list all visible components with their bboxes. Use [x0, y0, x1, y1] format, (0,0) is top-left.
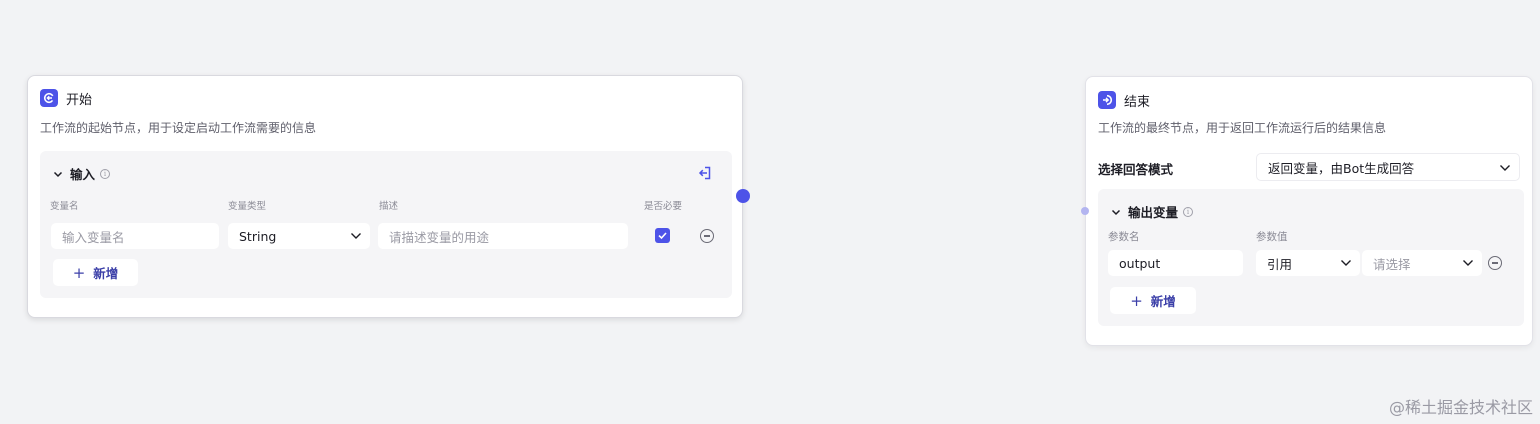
chevron-down-icon	[351, 233, 361, 239]
param-ref-type-select[interactable]: 引用	[1256, 250, 1360, 276]
variable-type-select[interactable]: String	[228, 223, 370, 249]
end-input-port[interactable]	[1081, 207, 1089, 215]
param-ref-value-placeholder: 请选择	[1373, 256, 1411, 272]
answer-mode-value: 返回变量，由Bot生成回答	[1268, 160, 1415, 176]
add-input-label: 新增	[93, 266, 119, 281]
column-header-name: 变量名	[50, 201, 79, 212]
output-section-header[interactable]: 输出变量 i	[1110, 202, 1194, 221]
column-header-type: 变量类型	[228, 201, 267, 212]
info-icon[interactable]: i	[1183, 206, 1194, 217]
column-header-param-name: 参数名	[1108, 231, 1140, 243]
chevron-down-icon	[1341, 260, 1351, 266]
add-input-button[interactable]: + 新增	[53, 259, 138, 286]
param-ref-type-value: 引用	[1267, 256, 1293, 272]
import-icon[interactable]	[697, 165, 713, 181]
remove-row-icon[interactable]	[700, 229, 714, 243]
end-node[interactable]: 结束 工作流的最终节点，用于返回工作流运行后的结果信息 选择回答模式 返回变量，…	[1085, 76, 1533, 346]
input-section: 输入 i 变量名 变量类型 描述 是否必要 输入变量名 String 请描述变量…	[40, 151, 732, 298]
chevron-down-icon[interactable]	[1110, 206, 1122, 218]
plus-icon: +	[72, 263, 86, 282]
variable-name-input[interactable]: 输入变量名	[51, 223, 219, 249]
chevron-down-icon	[1500, 165, 1510, 171]
chevron-down-icon	[1463, 260, 1473, 266]
column-header-required: 是否必要	[644, 201, 683, 212]
answer-mode-label: 选择回答模式	[1098, 162, 1174, 177]
start-output-port[interactable]	[736, 189, 750, 203]
check-icon	[658, 232, 667, 240]
add-output-button[interactable]: + 新增	[1110, 287, 1196, 314]
add-output-label: 新增	[1150, 294, 1176, 309]
start-node-icon	[40, 89, 58, 107]
end-node-title: 结束	[1124, 94, 1151, 110]
watermark: @稀土掘金技术社区	[1388, 398, 1533, 417]
start-node-title: 开始	[66, 92, 93, 108]
chevron-down-icon[interactable]	[52, 168, 64, 180]
info-icon[interactable]: i	[100, 168, 111, 179]
start-node-description: 工作流的起始节点，用于设定启动工作流需要的信息	[40, 121, 317, 135]
variable-description-input[interactable]: 请描述变量的用途	[378, 223, 628, 249]
plus-icon: +	[1130, 291, 1143, 310]
output-section: 输出变量 i 参数名 参数值 output 引用 请选择 + 新增	[1098, 189, 1524, 326]
param-ref-value-select[interactable]: 请选择	[1362, 250, 1482, 276]
input-section-title: 输入	[70, 167, 96, 182]
output-section-title: 输出变量	[1128, 205, 1179, 220]
variable-type-value: String	[239, 228, 277, 244]
answer-mode-select[interactable]: 返回变量，由Bot生成回答	[1256, 153, 1520, 181]
start-node[interactable]: 开始 工作流的起始节点，用于设定启动工作流需要的信息 输入 i 变量名 变量类型…	[27, 75, 743, 318]
start-node-header: 开始	[40, 89, 93, 108]
end-node-header: 结束	[1098, 91, 1151, 110]
end-node-description: 工作流的最终节点，用于返回工作流运行后的结果信息	[1098, 121, 1387, 135]
input-section-header[interactable]: 输入 i	[52, 164, 111, 183]
end-node-icon	[1098, 91, 1116, 109]
column-header-param-value: 参数值	[1256, 231, 1288, 243]
required-checkbox[interactable]	[655, 228, 670, 243]
remove-row-icon[interactable]	[1488, 256, 1502, 270]
column-header-description: 描述	[379, 201, 399, 212]
param-name-input[interactable]: output	[1108, 250, 1243, 276]
